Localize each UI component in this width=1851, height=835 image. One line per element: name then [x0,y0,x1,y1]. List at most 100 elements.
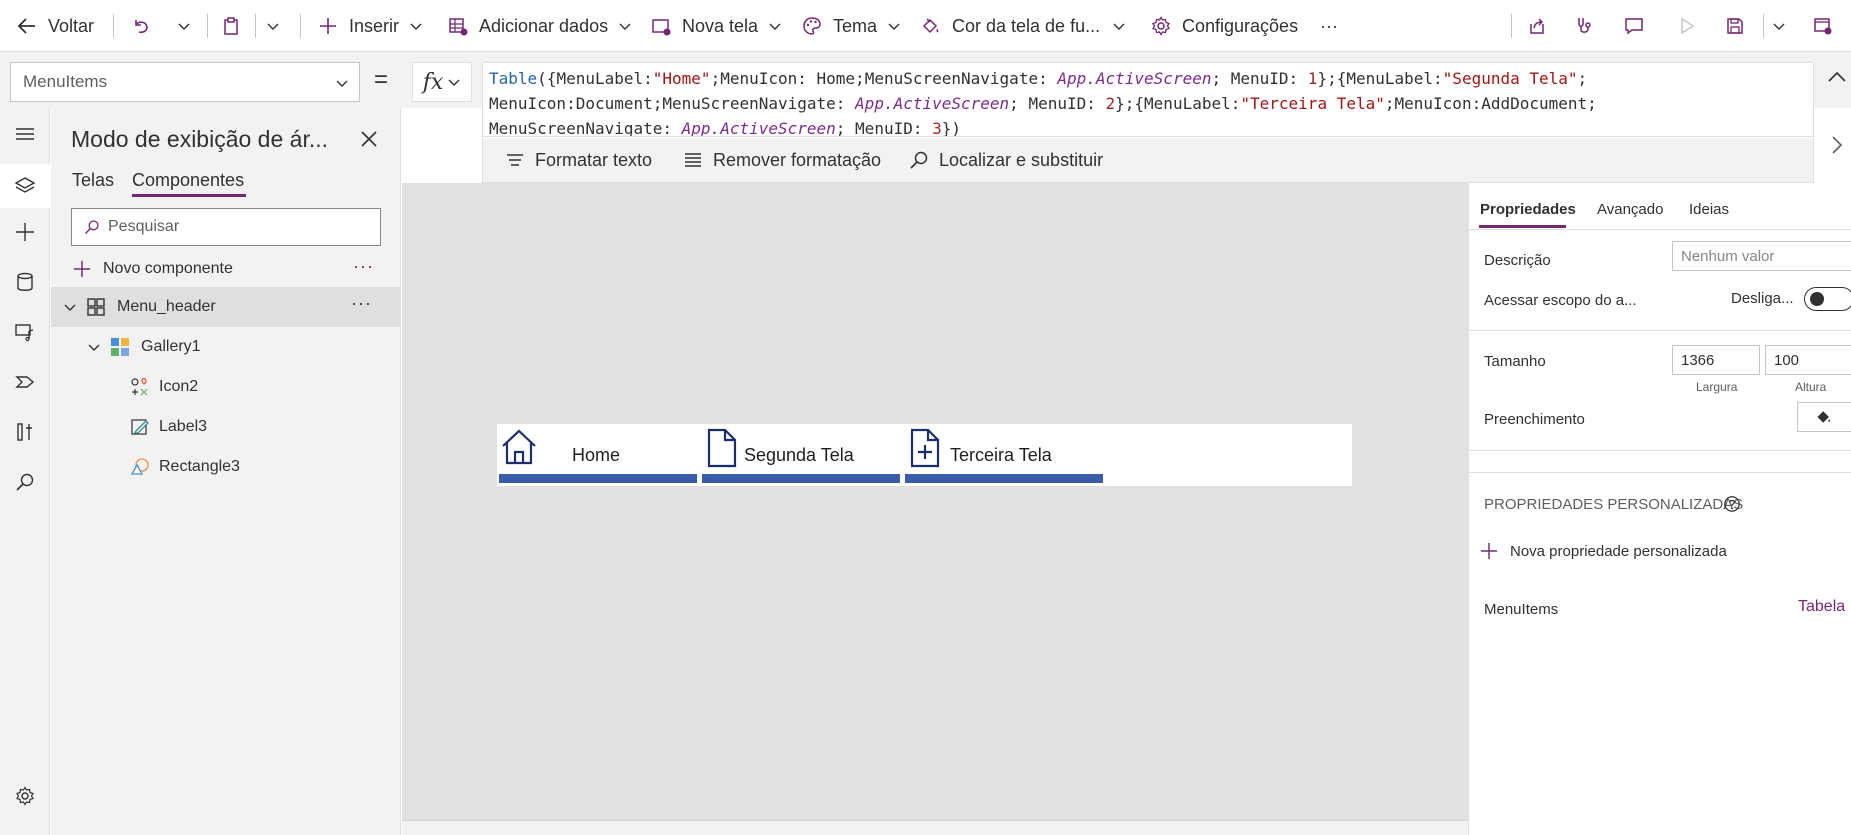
hamburger-button[interactable] [7,116,43,152]
tree-item-label: Icon2 [159,378,199,395]
paste-dropdown[interactable] [266,0,280,52]
close-panel-button[interactable] [358,128,380,150]
more-commands-button[interactable]: ··· [1320,0,1338,52]
save-icon [1724,15,1746,37]
tab-ideas[interactable]: Ideias [1689,201,1729,218]
formula-input[interactable]: Table({MenuLabel:"Home";MenuIcon: Home;M… [482,62,1814,137]
background-color-button[interactable]: Cor da tela de fu... [920,0,1100,52]
app-checker-button[interactable] [1574,0,1596,52]
custom-properties-header: PROPRIEDADES PERSONALIZADAS [1484,496,1744,513]
power-automate-rail-button[interactable] [7,364,43,400]
undo-dropdown[interactable] [177,0,191,52]
remove-format-button[interactable]: Remover formatação [683,138,881,182]
database-icon [17,272,33,291]
home-icon [502,429,536,465]
menu-item-home[interactable]: Home [497,424,697,486]
settings-rail-button[interactable] [7,778,43,814]
format-text-button[interactable]: Formatar texto [505,138,652,182]
height-input[interactable]: 100 [1765,345,1851,375]
divider [207,14,208,38]
menu-item-segunda-tela[interactable]: Segunda Tela [700,424,900,486]
share-icon [1526,15,1548,37]
save-dropdown[interactable] [1772,0,1786,52]
paint-bucket-icon [1817,411,1830,423]
formula-line-1: Table({MenuLabel:"Home";MenuIcon: Home;M… [489,69,1588,88]
publish-button[interactable] [1812,0,1834,52]
description-label: Descrição [1484,252,1551,269]
palette-icon [801,15,823,37]
tab-properties[interactable]: Propriedades [1480,201,1576,218]
tree-view-panel: Modo de exibição de ár... Telas Componen… [51,108,401,835]
media-rail-button[interactable] [7,314,43,350]
size-label: Tamanho [1484,353,1546,370]
more-options-button[interactable]: ··· [351,293,372,314]
search-icon [910,151,928,169]
theme-button[interactable]: Tema [801,0,901,52]
undo-button[interactable] [130,0,152,52]
new-component-button[interactable]: Novo componente [73,254,233,284]
formula-line-3: MenuScreenNavigate: App.ActiveScreen; Me… [489,119,962,137]
fill-label: Preenchimento [1484,411,1585,428]
background-color-dropdown[interactable] [1112,0,1126,52]
active-tab-indicator [1479,225,1566,228]
design-canvas[interactable] [402,183,1468,835]
insert-button[interactable]: Inserir [317,0,423,52]
tab-components[interactable]: Componentes [132,170,244,191]
share-button[interactable] [1526,0,1548,52]
new-custom-property-button[interactable]: Nova propriedade personalizada [1480,542,1727,560]
insert-rail-button[interactable] [7,214,43,250]
access-scope-label: Acessar escopo do a... [1484,292,1637,309]
custom-property-name[interactable]: MenuItems [1484,601,1558,618]
search-rail-button[interactable] [7,464,43,500]
tab-advanced[interactable]: Avançado [1597,201,1663,218]
fill-color-picker[interactable] [1797,402,1851,432]
play-icon [1676,15,1698,37]
paste-button[interactable] [220,0,242,52]
new-screen-button[interactable]: Nova tela [650,0,782,52]
layers-icon [15,177,35,193]
tree-item-label: Menu_header [117,298,216,315]
menu-header-component[interactable]: Home Segunda Tela Terceira Tela [497,424,1352,486]
tree-item-icon2[interactable]: Icon2 [51,367,400,407]
description-input[interactable]: Nenhum valor [1672,241,1851,271]
stethoscope-icon [1574,15,1596,37]
divider [300,14,301,38]
divider [1763,14,1764,38]
menu-item-terceira-tela[interactable]: Terceira Tela [903,424,1103,486]
search-icon [16,473,34,491]
width-input[interactable]: 1366 [1672,345,1760,375]
clipboard-icon [220,15,242,37]
property-dropdown[interactable]: MenuItems [10,62,360,102]
tree-item-label3[interactable]: Label3 [51,407,400,447]
tree-item-gallery[interactable]: Gallery1 [51,327,400,367]
back-button[interactable]: Voltar [16,0,94,52]
expand-right-panel-button[interactable] [1826,130,1848,160]
tree-item-menu-header[interactable]: Menu_header ··· [51,287,400,327]
tree-view-button[interactable] [0,164,50,208]
add-data-button[interactable]: Adicionar dados [447,0,632,52]
width-caption: Largura [1696,380,1738,394]
save-button[interactable] [1724,0,1746,52]
tab-screens[interactable]: Telas [72,170,114,191]
preview-button[interactable] [1676,0,1698,52]
tree-item-label: Label3 [159,418,208,435]
tree-item-rectangle3[interactable]: Rectangle3 [51,447,400,487]
collapse-formula-button[interactable] [1826,66,1848,96]
comments-button[interactable] [1623,0,1645,52]
divider [1469,472,1851,473]
data-rail-button[interactable] [7,264,43,300]
settings-button[interactable]: Configurações [1150,0,1298,52]
access-scope-toggle[interactable] [1804,287,1851,311]
label-icon [129,416,151,438]
divider [1469,450,1851,451]
new-screen-icon [650,15,672,37]
find-replace-button[interactable]: Localizar e substituir [909,138,1103,182]
plus-icon [16,223,34,241]
chevron-right-icon [1832,136,1843,154]
advanced-tools-rail-button[interactable] [7,414,43,450]
command-bar: Voltar Inserir Adicionar dados Nova tela… [0,0,1851,52]
help-button[interactable] [1723,495,1741,513]
function-button[interactable]: fx [412,62,472,102]
more-options-button[interactable]: ··· [353,256,374,277]
search-input[interactable]: Pesquisar [71,208,381,246]
